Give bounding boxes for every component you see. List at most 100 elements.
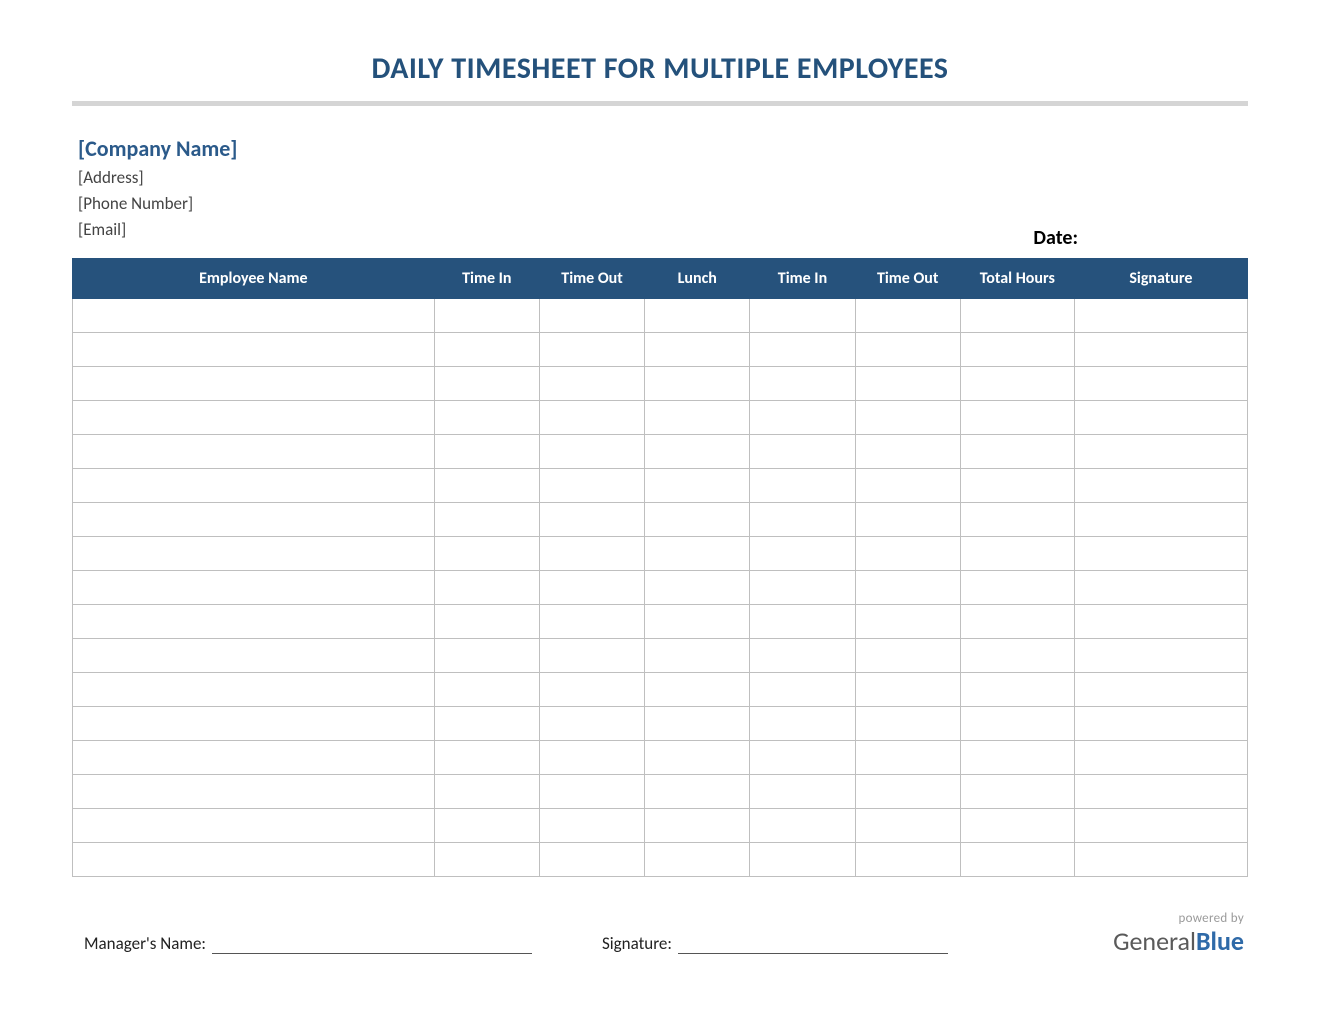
table-cell[interactable] <box>1074 434 1247 468</box>
table-cell[interactable] <box>434 842 539 876</box>
table-cell[interactable] <box>645 502 750 536</box>
table-cell[interactable] <box>645 604 750 638</box>
table-cell[interactable] <box>539 332 644 366</box>
table-cell[interactable] <box>645 774 750 808</box>
table-cell[interactable] <box>855 706 960 740</box>
table-cell[interactable] <box>539 468 644 502</box>
table-cell[interactable] <box>855 774 960 808</box>
table-cell[interactable] <box>73 400 435 434</box>
table-cell[interactable] <box>73 842 435 876</box>
table-cell[interactable] <box>960 808 1074 842</box>
table-cell[interactable] <box>73 366 435 400</box>
table-cell[interactable] <box>960 604 1074 638</box>
table-cell[interactable] <box>855 570 960 604</box>
table-cell[interactable] <box>73 706 435 740</box>
table-cell[interactable] <box>434 434 539 468</box>
table-cell[interactable] <box>539 536 644 570</box>
table-cell[interactable] <box>855 604 960 638</box>
table-cell[interactable] <box>960 332 1074 366</box>
table-cell[interactable] <box>855 434 960 468</box>
table-cell[interactable] <box>855 332 960 366</box>
table-cell[interactable] <box>960 434 1074 468</box>
table-cell[interactable] <box>539 638 644 672</box>
table-cell[interactable] <box>1074 570 1247 604</box>
table-cell[interactable] <box>645 332 750 366</box>
table-cell[interactable] <box>960 502 1074 536</box>
table-cell[interactable] <box>855 638 960 672</box>
table-cell[interactable] <box>539 570 644 604</box>
table-cell[interactable] <box>539 740 644 774</box>
table-cell[interactable] <box>750 774 855 808</box>
table-cell[interactable] <box>855 808 960 842</box>
table-cell[interactable] <box>855 468 960 502</box>
table-cell[interactable] <box>645 740 750 774</box>
table-cell[interactable] <box>539 808 644 842</box>
table-cell[interactable] <box>434 740 539 774</box>
table-cell[interactable] <box>1074 366 1247 400</box>
table-cell[interactable] <box>645 638 750 672</box>
table-cell[interactable] <box>1074 536 1247 570</box>
table-cell[interactable] <box>1074 740 1247 774</box>
table-cell[interactable] <box>1074 400 1247 434</box>
table-cell[interactable] <box>1074 774 1247 808</box>
table-cell[interactable] <box>73 638 435 672</box>
table-cell[interactable] <box>645 468 750 502</box>
table-cell[interactable] <box>434 774 539 808</box>
table-cell[interactable] <box>434 638 539 672</box>
table-cell[interactable] <box>434 536 539 570</box>
table-cell[interactable] <box>960 366 1074 400</box>
table-cell[interactable] <box>539 366 644 400</box>
table-cell[interactable] <box>960 706 1074 740</box>
table-cell[interactable] <box>750 298 855 332</box>
table-cell[interactable] <box>73 808 435 842</box>
table-cell[interactable] <box>750 842 855 876</box>
table-cell[interactable] <box>73 332 435 366</box>
table-cell[interactable] <box>1074 468 1247 502</box>
table-cell[interactable] <box>1074 706 1247 740</box>
table-cell[interactable] <box>750 808 855 842</box>
table-cell[interactable] <box>73 570 435 604</box>
table-cell[interactable] <box>750 672 855 706</box>
table-cell[interactable] <box>539 706 644 740</box>
table-cell[interactable] <box>73 468 435 502</box>
table-cell[interactable] <box>1074 638 1247 672</box>
table-cell[interactable] <box>1074 298 1247 332</box>
table-cell[interactable] <box>1074 604 1247 638</box>
table-cell[interactable] <box>750 502 855 536</box>
table-cell[interactable] <box>73 672 435 706</box>
table-cell[interactable] <box>434 604 539 638</box>
table-cell[interactable] <box>434 672 539 706</box>
table-cell[interactable] <box>960 536 1074 570</box>
table-cell[interactable] <box>434 808 539 842</box>
table-cell[interactable] <box>1074 672 1247 706</box>
table-cell[interactable] <box>539 604 644 638</box>
table-cell[interactable] <box>539 298 644 332</box>
table-cell[interactable] <box>855 400 960 434</box>
table-cell[interactable] <box>1074 808 1247 842</box>
table-cell[interactable] <box>539 400 644 434</box>
table-cell[interactable] <box>434 400 539 434</box>
table-cell[interactable] <box>1074 332 1247 366</box>
table-cell[interactable] <box>539 434 644 468</box>
table-cell[interactable] <box>73 604 435 638</box>
table-cell[interactable] <box>73 740 435 774</box>
table-cell[interactable] <box>73 774 435 808</box>
table-cell[interactable] <box>73 434 435 468</box>
table-cell[interactable] <box>750 536 855 570</box>
table-cell[interactable] <box>73 536 435 570</box>
table-cell[interactable] <box>1074 502 1247 536</box>
table-cell[interactable] <box>434 298 539 332</box>
table-cell[interactable] <box>645 570 750 604</box>
table-cell[interactable] <box>645 706 750 740</box>
table-cell[interactable] <box>750 366 855 400</box>
table-cell[interactable] <box>750 400 855 434</box>
table-cell[interactable] <box>960 570 1074 604</box>
table-cell[interactable] <box>750 332 855 366</box>
table-cell[interactable] <box>960 298 1074 332</box>
table-cell[interactable] <box>539 774 644 808</box>
table-cell[interactable] <box>434 468 539 502</box>
table-cell[interactable] <box>750 740 855 774</box>
table-cell[interactable] <box>855 366 960 400</box>
table-cell[interactable] <box>960 842 1074 876</box>
table-cell[interactable] <box>855 502 960 536</box>
